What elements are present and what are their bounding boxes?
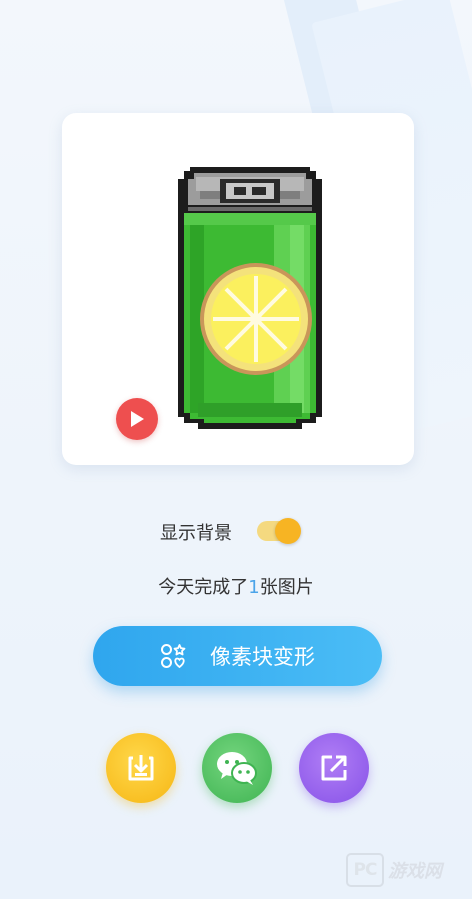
download-icon [128, 755, 154, 781]
show-background-row: 显示背景 [0, 516, 472, 546]
share-button[interactable] [299, 733, 369, 803]
wechat-share-button[interactable] [202, 733, 272, 803]
artwork-card [62, 113, 414, 465]
pixel-transform-button[interactable]: 像素块变形 [93, 626, 382, 686]
watermark-logo: PC [346, 853, 384, 887]
site-watermark: PC 游戏网 [346, 850, 468, 890]
show-background-label: 显示背景 [160, 523, 232, 544]
wechat-icon [217, 752, 257, 785]
soda-can-artwork [178, 167, 322, 429]
play-button[interactable] [116, 398, 158, 440]
show-background-toggle[interactable] [257, 518, 301, 544]
progress-prefix: 今天完成了 [158, 577, 249, 598]
pixel-shapes-icon [161, 644, 186, 669]
save-button[interactable] [106, 733, 176, 803]
toggle-knob [275, 518, 301, 544]
artwork-canvas [78, 127, 398, 449]
play-icon [131, 411, 144, 427]
daily-progress-text: 今天完成了1张图片 [0, 573, 472, 599]
watermark-text: 游戏网 [388, 861, 442, 882]
progress-count: 1 [248, 577, 260, 598]
pixel-transform-label: 像素块变形 [210, 645, 315, 669]
progress-suffix: 张图片 [259, 577, 314, 598]
share-icon [321, 755, 347, 781]
